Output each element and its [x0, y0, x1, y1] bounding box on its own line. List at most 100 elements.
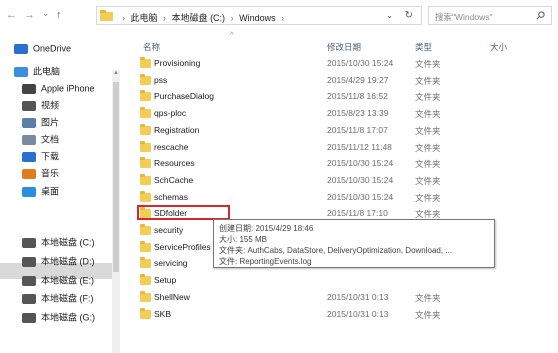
- file-type: 文件夹: [415, 92, 441, 103]
- sidebar-item-e[interactable]: 本地磁盘 (E:): [22, 272, 94, 288]
- sidebar-item-item-4[interactable]: 图片: [22, 114, 59, 130]
- file-name: ServiceProfiles: [154, 241, 211, 252]
- file-date: 2015/10/31 0:13: [327, 291, 389, 302]
- download-icon: [22, 151, 36, 162]
- music-icon: [22, 168, 36, 179]
- search-box[interactable]: 搜索"Windows": [428, 6, 552, 25]
- folder-icon: [140, 57, 151, 68]
- file-type: 文件夹: [415, 159, 441, 170]
- address-dropdown-icon[interactable]: ⌄: [386, 11, 393, 20]
- breadcrumb-separator[interactable]: ›: [281, 13, 284, 23]
- sidebar-item-apple-iphone[interactable]: Apple iPhone: [22, 80, 95, 96]
- sidebar-item-label: 图片: [41, 117, 60, 128]
- sidebar-item-c[interactable]: 本地磁盘 (C:): [22, 234, 95, 250]
- file-name: Provisioning: [154, 58, 201, 68]
- drive-icon: [22, 293, 36, 304]
- sidebar-item-item-8[interactable]: 桌面: [22, 183, 59, 199]
- file-name: Registration: [154, 124, 200, 135]
- video-icon: [22, 100, 36, 111]
- file-row[interactable]: Setup: [138, 273, 558, 289]
- scroll-up-icon[interactable]: ▲: [113, 70, 119, 76]
- file-date: 2015/8/23 13:39: [327, 108, 389, 119]
- folder-icon: [140, 240, 151, 252]
- computer-icon: [14, 66, 28, 77]
- search-icon[interactable]: [536, 11, 545, 20]
- breadcrumb-separator[interactable]: ›: [163, 13, 166, 23]
- recent-locations-button[interactable]: ⌄: [42, 8, 50, 19]
- file-name: ShellNew: [154, 291, 190, 302]
- column-header-date[interactable]: 修改日期: [327, 41, 361, 55]
- scrollbar-thumb[interactable]: [113, 82, 119, 272]
- breadcrumb-separator[interactable]: ›: [231, 13, 234, 23]
- file-name: SchCache: [154, 174, 194, 185]
- sidebar-item-label: 桌面: [41, 186, 60, 197]
- sidebar-item-f[interactable]: 本地磁盘 (F:): [22, 290, 94, 306]
- folder-icon: [140, 123, 151, 135]
- file-name: rescache: [154, 141, 189, 152]
- file-row[interactable]: Registration 2015/11/8 17:07 文件夹: [138, 123, 558, 139]
- sidebar-item-d[interactable]: 本地磁盘 (D:): [22, 253, 95, 269]
- sidebar-item-item-6[interactable]: 下载: [22, 148, 59, 164]
- desktop-icon: [22, 186, 36, 197]
- file-row[interactable]: SKB 2015/10/31 0:13 文件夹: [138, 307, 558, 323]
- file-date: 2015/11/8 17:07: [327, 124, 388, 135]
- folder-icon: [140, 107, 151, 119]
- folder-tooltip: 创建日期: 2015/4/29 18:46 大小: 155 MB 文件夹: Au…: [213, 219, 495, 268]
- sidebar-item-onedrive[interactable]: OneDrive: [14, 40, 71, 56]
- folder-icon: [140, 224, 151, 235]
- column-header-type[interactable]: 类型: [415, 41, 432, 55]
- sidebar-item-item-3[interactable]: 视频: [22, 97, 59, 113]
- file-row[interactable]: qps-ploc 2015/8/23 13:39 文件夹: [138, 106, 558, 122]
- file-type: 文件夹: [415, 109, 441, 120]
- tooltip-size: 大小: 155 MB: [219, 235, 268, 244]
- column-header-name[interactable]: 名称: [143, 41, 160, 55]
- file-date: 2015/10/31 0:13: [327, 308, 389, 319]
- file-row[interactable]: SchCache 2015/10/30 15:24 文件夹: [138, 173, 558, 189]
- column-header-size[interactable]: 大小: [490, 41, 507, 55]
- back-button[interactable]: ←: [6, 9, 17, 21]
- file-row[interactable]: ShellNew 2015/10/31 0:13 文件夹: [138, 290, 558, 306]
- sidebar-scrollbar[interactable]: ▲: [112, 70, 120, 353]
- search-placeholder: 搜索"Windows": [435, 12, 493, 22]
- file-type: 文件夹: [415, 175, 441, 186]
- file-type: 文件夹: [415, 192, 441, 203]
- folder-icon: [140, 173, 151, 185]
- file-row[interactable]: schemas 2015/10/30 15:24 文件夹: [138, 190, 558, 206]
- breadcrumb-this-pc[interactable]: 此电脑: [131, 13, 158, 23]
- file-name: SKB: [154, 308, 172, 319]
- drive-icon: [22, 275, 36, 286]
- file-date: 2015/10/30 15:24: [327, 58, 394, 68]
- file-type: 文件夹: [415, 309, 441, 320]
- up-button[interactable]: ↑: [56, 9, 62, 21]
- file-date: 2015/11/8 16:52: [327, 91, 388, 102]
- file-date: 2015/11/12 11:48: [327, 141, 392, 152]
- file-row[interactable]: rescache 2015/11/12 11:48 文件夹: [138, 140, 558, 156]
- file-row[interactable]: Provisioning 2015/10/30 15:24 文件夹: [138, 56, 558, 72]
- sidebar-item-item-7[interactable]: 音乐: [22, 165, 59, 181]
- iphone-icon: [22, 83, 36, 94]
- document-icon: [22, 134, 36, 145]
- file-type: 文件夹: [415, 75, 441, 86]
- file-name: qps-ploc: [154, 108, 187, 119]
- folder-icon: [140, 190, 151, 202]
- sidebar-item-item-1[interactable]: 此电脑: [14, 63, 60, 79]
- tooltip-folders: 文件夹: AuthCabs, DataStore, DeliveryOptimi…: [219, 246, 452, 255]
- file-type: 文件夹: [415, 59, 441, 69]
- address-bar[interactable]: › 此电脑 › 本地磁盘 (C:) › Windows › ⌄ ↻: [96, 6, 422, 25]
- file-row[interactable]: Resources 2015/10/30 15:24 文件夹: [138, 156, 558, 172]
- drive-icon: [22, 312, 36, 323]
- folder-icon: [100, 10, 113, 21]
- sidebar-item-label: 下载: [41, 151, 60, 162]
- sort-up-icon: ^: [230, 32, 234, 39]
- file-date: 2015/10/30 15:24: [327, 158, 394, 169]
- file-row[interactable]: pss 2015/4/29 19:27 文件夹: [138, 73, 558, 89]
- refresh-icon[interactable]: ↻: [405, 10, 413, 21]
- breadcrumb-local-disk-c[interactable]: 本地磁盘 (C:): [172, 13, 226, 23]
- forward-button[interactable]: →: [24, 9, 35, 21]
- breadcrumb-windows[interactable]: Windows: [239, 13, 276, 23]
- file-type: 文件夹: [415, 142, 441, 153]
- sidebar-item-label: OneDrive: [33, 43, 72, 54]
- file-row[interactable]: PurchaseDialog 2015/11/8 16:52 文件夹: [138, 89, 558, 105]
- sidebar-item-item-5[interactable]: 文档: [22, 131, 59, 147]
- folder-icon: [140, 140, 151, 152]
